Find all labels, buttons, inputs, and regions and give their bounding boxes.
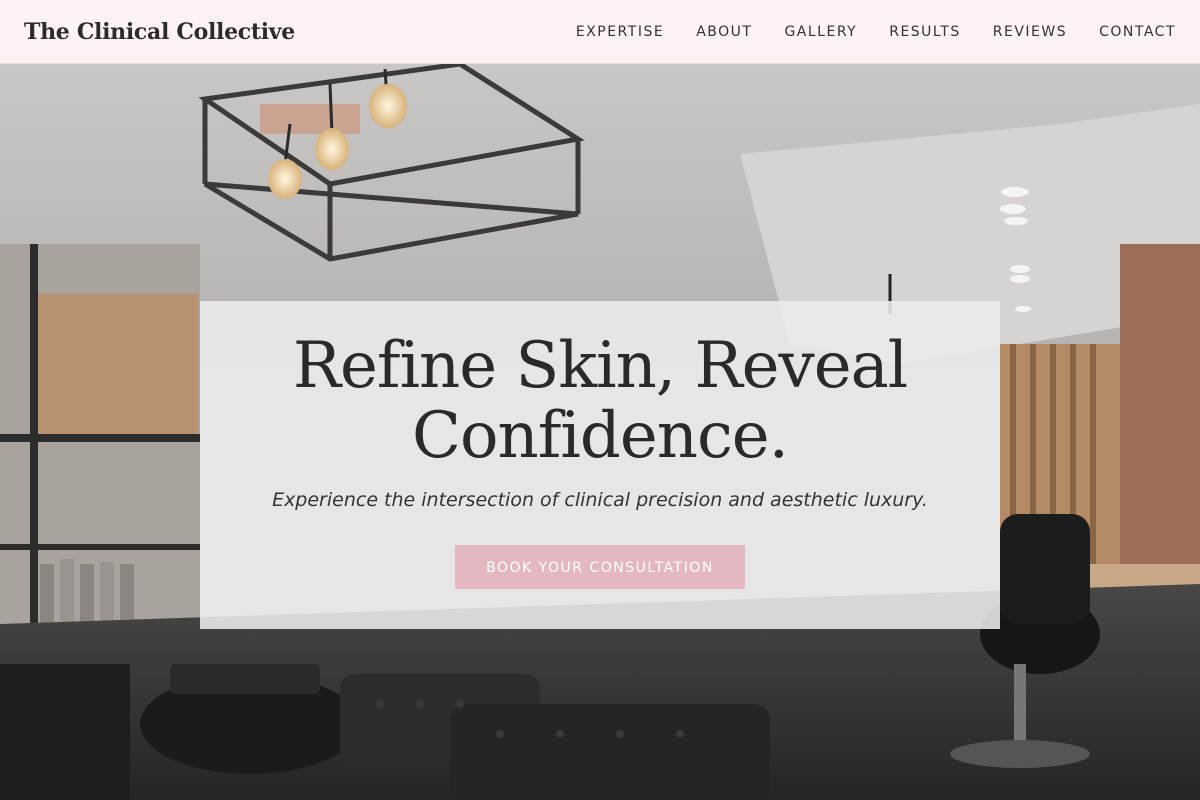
book-consultation-button[interactable]: BOOK YOUR CONSULTATION bbox=[455, 545, 745, 589]
hero-title: Refine Skin, Reveal Confidence. bbox=[200, 331, 1000, 471]
nav-expertise[interactable]: EXPERTISE bbox=[576, 24, 664, 40]
nav-contact[interactable]: CONTACT bbox=[1099, 24, 1176, 40]
hero-section: Refine Skin, Reveal Confidence. Experien… bbox=[0, 64, 1200, 800]
nav-gallery[interactable]: GALLERY bbox=[784, 24, 857, 40]
brand-logo[interactable]: The Clinical Collective bbox=[24, 19, 295, 45]
hero-title-line-1: Refine Skin, Reveal bbox=[292, 329, 908, 403]
main-nav: EXPERTISE ABOUT GALLERY RESULTS REVIEWS … bbox=[576, 24, 1176, 40]
hero-card: Refine Skin, Reveal Confidence. Experien… bbox=[200, 301, 1000, 629]
nav-about[interactable]: ABOUT bbox=[696, 24, 752, 40]
nav-reviews[interactable]: REVIEWS bbox=[993, 24, 1067, 40]
site-header: The Clinical Collective EXPERTISE ABOUT … bbox=[0, 0, 1200, 64]
hero-subtitle: Experience the intersection of clinical … bbox=[272, 489, 928, 511]
hero-title-line-2: Confidence. bbox=[412, 399, 789, 473]
nav-results[interactable]: RESULTS bbox=[889, 24, 961, 40]
